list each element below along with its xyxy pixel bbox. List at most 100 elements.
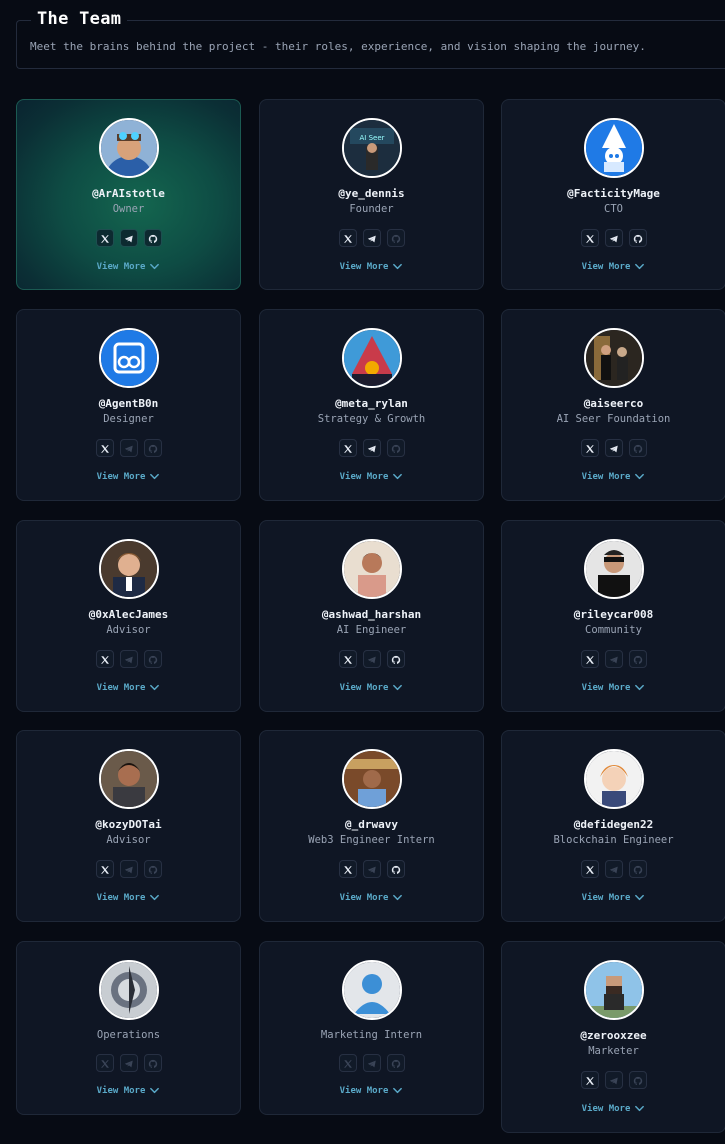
x-link[interactable] <box>580 650 599 669</box>
telegram-link[interactable] <box>119 1054 138 1073</box>
github-link[interactable] <box>628 650 647 668</box>
x-link[interactable] <box>580 439 599 457</box>
x-link[interactable] <box>338 229 357 247</box>
github-icon <box>148 860 158 879</box>
x-link[interactable] <box>580 860 599 878</box>
x-link[interactable] <box>95 439 114 457</box>
view-more-button[interactable]: View More <box>17 261 240 272</box>
github-link[interactable] <box>143 650 162 668</box>
x-link[interactable] <box>338 650 357 668</box>
telegram-link[interactable] <box>362 229 381 247</box>
github-link[interactable] <box>143 439 162 457</box>
x-link[interactable] <box>580 229 599 247</box>
telegram-link[interactable] <box>362 860 381 878</box>
x-link[interactable] <box>338 439 357 457</box>
member-handle: @0xAlecJames <box>88 608 169 621</box>
github-link[interactable] <box>628 439 647 457</box>
telegram-link[interactable] <box>119 439 138 457</box>
github-link[interactable] <box>143 229 162 248</box>
telegram-link[interactable] <box>119 650 138 668</box>
view-more-button[interactable]: View More <box>260 682 483 693</box>
view-more-button[interactable]: View More <box>502 471 725 482</box>
telegram-link[interactable] <box>604 860 623 878</box>
member-handle: @rileycar008 <box>573 608 654 621</box>
member-role: AI Engineer <box>336 624 407 636</box>
github-icon <box>391 1054 401 1073</box>
team-member-card[interactable]: @meta_rylan Strategy & Growth View More <box>259 309 484 501</box>
team-member-card[interactable]: @kozyDOTai Advisor View More <box>16 730 241 922</box>
github-link[interactable] <box>628 229 647 247</box>
team-member-card[interactable]: @ashwad_harshan AI Engineer View More <box>259 520 484 712</box>
telegram-link[interactable] <box>119 860 138 879</box>
team-member-card[interactable]: @rileycar008 Community View More <box>501 520 725 712</box>
member-avatar <box>98 749 159 809</box>
github-link[interactable] <box>386 229 405 247</box>
view-more-button[interactable]: View More <box>17 471 240 482</box>
team-member-card[interactable]: @ArAIstotle Owner View More <box>16 99 241 290</box>
github-link[interactable] <box>628 860 647 878</box>
team-member-card[interactable]: @_drwavy Web3 Engineer Intern View More <box>259 730 484 922</box>
github-link[interactable] <box>386 650 405 668</box>
telegram-link[interactable] <box>604 1071 623 1089</box>
x-link[interactable] <box>580 1071 599 1089</box>
x-icon <box>100 229 110 248</box>
view-more-button[interactable]: View More <box>260 892 483 903</box>
team-member-card[interactable]: @aiseerco AI Seer Foundation View More <box>501 309 725 501</box>
view-more-button[interactable]: View More <box>17 892 240 903</box>
github-link[interactable] <box>143 1054 162 1072</box>
team-member-card[interactable]: Operations View More <box>16 941 241 1115</box>
member-role: Strategy & Growth <box>317 413 426 425</box>
x-link[interactable] <box>95 650 114 668</box>
telegram-link[interactable] <box>604 439 623 457</box>
social-links <box>338 650 405 668</box>
team-member-card[interactable]: @FacticityMage CTO View More <box>501 99 725 290</box>
github-icon <box>633 1071 643 1090</box>
telegram-link[interactable] <box>119 229 138 247</box>
member-avatar <box>583 328 644 388</box>
x-link[interactable] <box>95 1054 114 1072</box>
github-link[interactable] <box>628 1071 647 1090</box>
telegram-link[interactable] <box>362 650 381 668</box>
team-member-card[interactable]: @0xAlecJames Advisor View More <box>16 520 241 712</box>
x-link[interactable] <box>338 860 357 878</box>
team-member-card[interactable]: AI Seer @ye_dennis Founder View More <box>259 99 484 290</box>
member-avatar <box>98 118 159 178</box>
x-icon <box>585 650 595 669</box>
telegram-icon <box>124 1054 134 1073</box>
chevron-down-icon <box>634 892 645 903</box>
team-member-card[interactable]: @zerooxzee Marketer View More <box>501 941 725 1133</box>
member-handle: @ArAIstotle <box>92 187 165 200</box>
view-more-button[interactable]: View More <box>502 261 725 272</box>
view-more-button[interactable]: View More <box>17 1085 240 1096</box>
github-link[interactable] <box>386 860 405 878</box>
github-link[interactable] <box>143 860 162 879</box>
chevron-down-icon <box>634 682 645 693</box>
x-link[interactable] <box>95 860 114 878</box>
view-more-button[interactable]: View More <box>17 682 240 693</box>
view-more-button[interactable]: View More <box>260 261 483 272</box>
team-member-card[interactable]: @AgentB0n Designer View More <box>16 309 241 501</box>
view-more-button[interactable]: View More <box>502 1103 725 1114</box>
view-more-button[interactable]: View More <box>260 1085 483 1096</box>
telegram-link[interactable] <box>362 1054 381 1072</box>
chevron-down-icon <box>392 1085 403 1096</box>
telegram-link[interactable] <box>362 439 381 457</box>
member-handle: @kozyDOTai <box>95 818 162 831</box>
team-grid: @ArAIstotle Owner View More AI Seer @ye_denn… <box>0 0 725 1144</box>
view-more-button[interactable]: View More <box>260 471 483 482</box>
x-link[interactable] <box>338 1054 357 1072</box>
github-icon <box>148 229 158 248</box>
x-link[interactable] <box>95 229 114 248</box>
view-more-label: View More <box>96 892 146 903</box>
telegram-icon <box>124 860 134 879</box>
team-member-card[interactable]: Marketing Intern View More <box>259 941 484 1115</box>
telegram-link[interactable] <box>604 650 623 668</box>
github-icon <box>391 439 401 458</box>
member-role: Marketer <box>588 1045 639 1057</box>
github-link[interactable] <box>386 1054 405 1073</box>
view-more-button[interactable]: View More <box>502 892 725 903</box>
telegram-link[interactable] <box>604 229 623 247</box>
view-more-button[interactable]: View More <box>502 682 725 693</box>
team-member-card[interactable]: @defidegen22 Blockchain Engineer View More <box>501 730 725 922</box>
github-link[interactable] <box>386 439 405 458</box>
